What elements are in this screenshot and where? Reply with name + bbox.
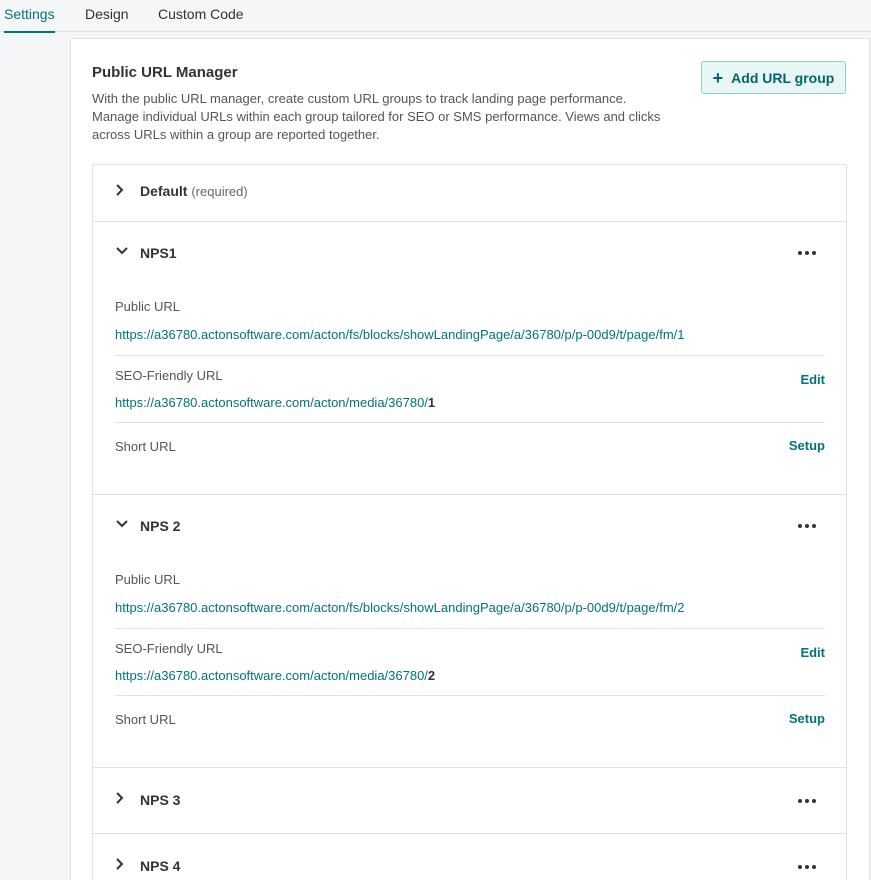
tab-settings[interactable]: Settings	[4, 0, 55, 33]
short-url-row: Short URL Setup	[115, 696, 825, 767]
public-url-link[interactable]: https://a36780.actonsoftware.com/acton/f…	[115, 327, 685, 342]
add-url-group-button[interactable]: + Add URL group	[701, 61, 846, 94]
group-name: NPS 3	[140, 792, 181, 808]
more-horizontal-icon[interactable]	[798, 245, 816, 261]
seo-url-label: SEO-Friendly URL	[115, 641, 223, 656]
group-name: NPS 4	[140, 858, 181, 874]
group-name: NPS1	[140, 245, 177, 261]
public-url-label: Public URL	[115, 299, 181, 314]
seo-url-row: SEO-Friendly URL https://a36780.actonsof…	[115, 356, 825, 423]
url-group-nps3: NPS 3	[93, 768, 846, 834]
plus-icon: +	[712, 67, 724, 88]
group-name: Default (required)	[140, 183, 248, 199]
page-description: With the public URL manager, create cust…	[92, 91, 661, 142]
chevron-right-icon[interactable]	[115, 857, 129, 875]
seo-url-row: SEO-Friendly URL https://a36780.actonsof…	[115, 629, 825, 696]
group-header[interactable]: NPS1	[93, 222, 846, 286]
more-horizontal-icon[interactable]	[798, 793, 816, 809]
url-manager-panel: Public URL Manager With the public URL m…	[70, 38, 870, 880]
tab-design[interactable]: Design	[85, 0, 129, 32]
group-body: Public URL https://a36780.actonsoftware.…	[93, 286, 846, 494]
url-group-list: Default (required) NPS1 Public URL https…	[92, 164, 847, 880]
seo-url-link[interactable]: https://a36780.actonsoftware.com/acton/m…	[115, 668, 435, 683]
page-title: Public URL Manager	[92, 64, 238, 81]
public-url-row: Public URL https://a36780.actonsoftware.…	[115, 286, 825, 356]
chevron-down-icon[interactable]	[115, 518, 129, 536]
public-url-link[interactable]: https://a36780.actonsoftware.com/acton/f…	[115, 600, 685, 615]
setup-button[interactable]: Setup	[789, 438, 825, 453]
seo-url-prefix: https://a36780.actonsoftware.com/acton/m…	[115, 668, 428, 683]
public-url-label: Public URL	[115, 572, 181, 587]
seo-url-suffix: 1	[427, 395, 436, 410]
chevron-right-icon[interactable]	[115, 183, 129, 201]
seo-url-prefix: https://a36780.actonsoftware.com/acton/m…	[115, 395, 428, 410]
seo-url-suffix: 2	[427, 668, 436, 683]
short-url-label: Short URL	[115, 439, 176, 454]
short-url-label: Short URL	[115, 712, 176, 727]
url-group-nps1: NPS1 Public URL https://a36780.actonsoft…	[93, 222, 846, 495]
chevron-down-icon[interactable]	[115, 245, 129, 263]
url-group-nps2: NPS 2 Public URL https://a36780.actonsof…	[93, 495, 846, 768]
group-header[interactable]: NPS 2	[93, 495, 846, 559]
edit-button[interactable]: Edit	[800, 372, 825, 387]
tab-custom-code[interactable]: Custom Code	[158, 0, 244, 32]
chevron-right-icon[interactable]	[115, 791, 129, 809]
group-header[interactable]: NPS 4	[93, 834, 846, 880]
required-tag: (required)	[191, 184, 248, 199]
url-group-default: Default (required)	[93, 165, 846, 222]
edit-button[interactable]: Edit	[800, 645, 825, 660]
group-body: Public URL https://a36780.actonsoftware.…	[93, 559, 846, 767]
more-horizontal-icon[interactable]	[798, 518, 816, 534]
setup-button[interactable]: Setup	[789, 711, 825, 726]
group-name: NPS 2	[140, 518, 181, 534]
add-url-group-label: Add URL group	[731, 69, 835, 86]
group-header[interactable]: NPS 3	[93, 768, 846, 824]
public-url-row: Public URL https://a36780.actonsoftware.…	[115, 559, 825, 629]
group-name-text: Default	[140, 183, 188, 199]
url-group-nps4: NPS 4	[93, 834, 846, 880]
tab-bar: Settings Design Custom Code	[0, 0, 871, 33]
more-horizontal-icon[interactable]	[798, 859, 816, 875]
seo-url-label: SEO-Friendly URL	[115, 368, 223, 383]
group-header[interactable]: Default (required)	[93, 165, 846, 221]
seo-url-link[interactable]: https://a36780.actonsoftware.com/acton/m…	[115, 395, 435, 410]
short-url-row: Short URL Setup	[115, 423, 825, 494]
